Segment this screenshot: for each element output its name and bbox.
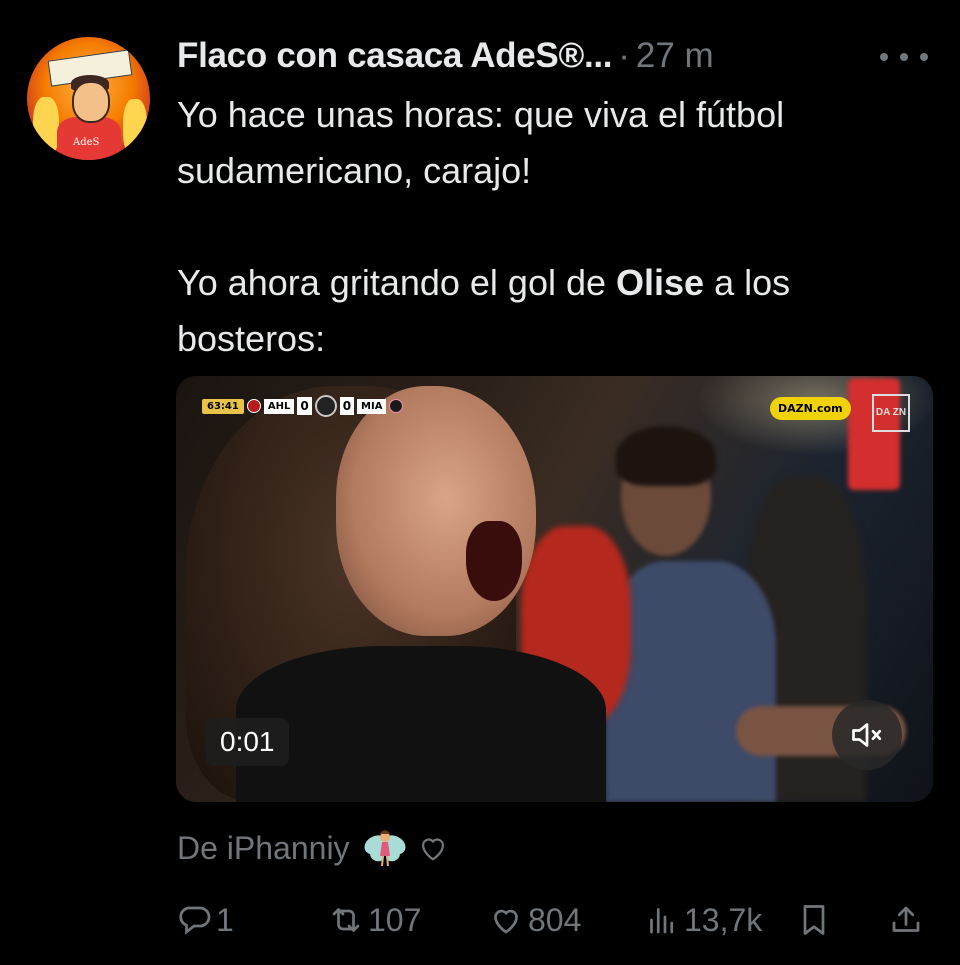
share-button[interactable] [888,892,924,948]
reply-icon [179,906,211,935]
more-dot [920,53,928,61]
repost-count: 107 [368,901,422,938]
post-header: Flaco con casaca AdeS®... · 27 m [177,32,714,80]
away-team: MIA [357,398,387,414]
separator-dot: · [618,36,630,75]
avatar-figure-left [33,97,59,157]
mute-button[interactable] [832,700,902,770]
sponsor-pill: DAZN.com [770,397,851,420]
speaker-muted-icon [852,723,882,747]
home-team: AHL [263,398,295,414]
woman-mouth [466,521,522,601]
away-score: 0 [339,397,355,415]
away-crest-icon [389,399,404,413]
tournament-logo-icon [314,395,337,417]
avatar-figure-right [123,99,147,157]
home-score: 0 [297,397,312,415]
heart-icon [421,838,444,861]
share-icon [892,906,920,932]
views-button[interactable]: 13,7k [644,892,762,948]
post-text-segment: Yo ahora gritando el gol de [177,262,617,303]
bookmark-icon [803,905,825,935]
author-avatar[interactable]: AdeS [27,37,150,160]
post-paragraph-2: Yo ahora gritando el gol de Olise a los … [177,255,937,367]
views-count: 13,7k [684,901,763,938]
woman-body [236,646,606,802]
avatar-face [72,81,110,123]
post-timestamp[interactable]: 27 m [636,36,714,76]
like-button[interactable]: 804 [488,892,581,948]
woman-face [336,386,536,636]
video-player[interactable]: 63:41 AHL 0 0 MIA DAZN.com DA ZN 0:01 [176,376,933,802]
video-duration: 0:01 [206,718,289,766]
reply-button[interactable]: 1 [176,892,234,948]
fan-hair [616,426,716,486]
repost-icon [332,908,360,932]
fan-body [606,561,776,802]
mention-bold: Olise [616,262,705,303]
more-icon[interactable] [880,42,928,72]
avatar-shirt-text: AdeS [73,137,100,148]
post-paragraph-1: Yo hace unas horas: que viva el fútbol s… [177,94,785,191]
bookmark-button[interactable] [796,892,832,948]
like-count: 804 [528,901,582,938]
source-text[interactable]: De iPhanniy [177,830,350,867]
home-crest-icon [246,399,261,413]
scorebug: 63:41 AHL 0 0 MIA [202,395,404,417]
reply-count: 1 [216,901,234,938]
post-text: Yo hace unas horas: que viva el fútbol s… [177,87,937,367]
more-dot [900,53,908,61]
more-dot [880,53,888,61]
views-chart-icon [650,908,674,934]
match-clock: 63:41 [202,398,244,414]
repost-button[interactable]: 107 [328,892,421,948]
author-name[interactable]: Flaco con casaca AdeS®... [177,36,613,76]
network-logo: DA ZN [872,394,910,432]
like-heart-icon [494,909,518,934]
fairy-emoji-icon [364,830,406,867]
action-bar: 1 107 804 13,7k [172,892,936,948]
source-line: De iPhanniy [177,820,450,876]
